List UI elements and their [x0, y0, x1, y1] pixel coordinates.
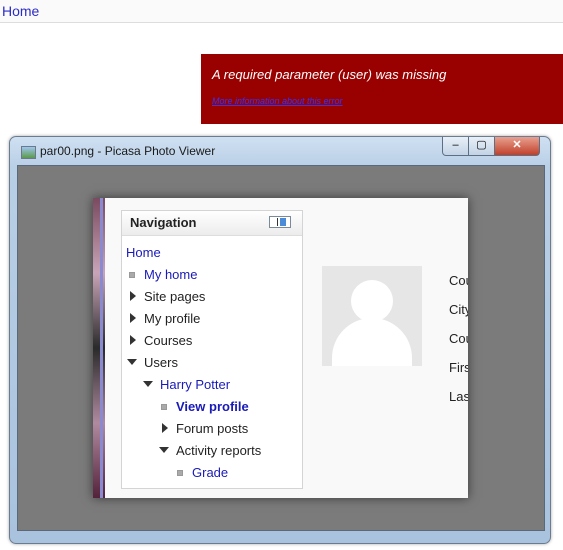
- window-title: par00.png - Picasa Photo Viewer: [40, 144, 216, 158]
- image-left-stripe: [100, 198, 103, 498]
- nav-item-home[interactable]: Home: [126, 245, 161, 260]
- expand-arrow-icon[interactable]: [130, 291, 136, 301]
- nav-item-site-pages[interactable]: Site pages: [144, 289, 205, 304]
- nav-item-view-profile[interactable]: View profile: [176, 399, 249, 414]
- image-file-icon: [21, 146, 36, 159]
- profile-field-label: City: [449, 302, 468, 317]
- top-navbar: Home: [0, 0, 563, 23]
- nav-item-courses[interactable]: Courses: [144, 333, 192, 348]
- navigation-block: Navigation Home My home Site pages My pr…: [121, 210, 303, 489]
- collapse-arrow-icon[interactable]: [127, 359, 137, 365]
- nav-item-my-profile[interactable]: My profile: [144, 311, 200, 326]
- block-dock-icon[interactable]: [269, 216, 291, 228]
- nav-item-grade[interactable]: Grade: [192, 465, 228, 480]
- profile-field-label: Firs: [449, 360, 468, 375]
- viewer-canvas: Navigation Home My home Site pages My pr…: [17, 165, 545, 531]
- nav-item-forum-posts[interactable]: Forum posts: [176, 421, 248, 436]
- navigation-title: Navigation: [130, 215, 197, 230]
- picasa-viewer-window: par00.png - Picasa Photo Viewer – ▢ ✕ Na…: [9, 136, 551, 544]
- image-left-strip: [93, 198, 105, 498]
- bullet-icon: [129, 272, 135, 278]
- error-box: A required parameter (user) was missing …: [201, 54, 563, 124]
- expand-arrow-icon[interactable]: [162, 423, 168, 433]
- nav-item-activity-reports[interactable]: Activity reports: [176, 443, 261, 458]
- error-message: A required parameter (user) was missing: [212, 67, 447, 82]
- avatar-body-shape: [332, 318, 412, 366]
- profile-field-label: Cou: [449, 331, 468, 346]
- bullet-icon: [161, 404, 167, 410]
- profile-field-label: Cou: [449, 273, 468, 288]
- more-info-link[interactable]: More information about this error: [212, 96, 343, 106]
- home-link[interactable]: Home: [2, 3, 39, 19]
- maximize-button[interactable]: ▢: [468, 137, 495, 156]
- avatar: [322, 266, 422, 366]
- bullet-icon: [177, 470, 183, 476]
- avatar-head-shape: [351, 280, 393, 322]
- nav-item-users[interactable]: Users: [144, 355, 178, 370]
- navigation-header: Navigation: [122, 211, 302, 236]
- expand-arrow-icon[interactable]: [130, 335, 136, 345]
- close-button[interactable]: ✕: [494, 137, 540, 156]
- collapse-arrow-icon[interactable]: [159, 447, 169, 453]
- collapse-arrow-icon[interactable]: [143, 381, 153, 387]
- expand-arrow-icon[interactable]: [130, 313, 136, 323]
- minimize-button[interactable]: –: [442, 137, 469, 156]
- displayed-image: Navigation Home My home Site pages My pr…: [93, 198, 468, 498]
- nav-item-my-home[interactable]: My home: [144, 267, 197, 282]
- profile-field-label: Las: [449, 389, 468, 404]
- nav-item-harry-potter[interactable]: Harry Potter: [160, 377, 230, 392]
